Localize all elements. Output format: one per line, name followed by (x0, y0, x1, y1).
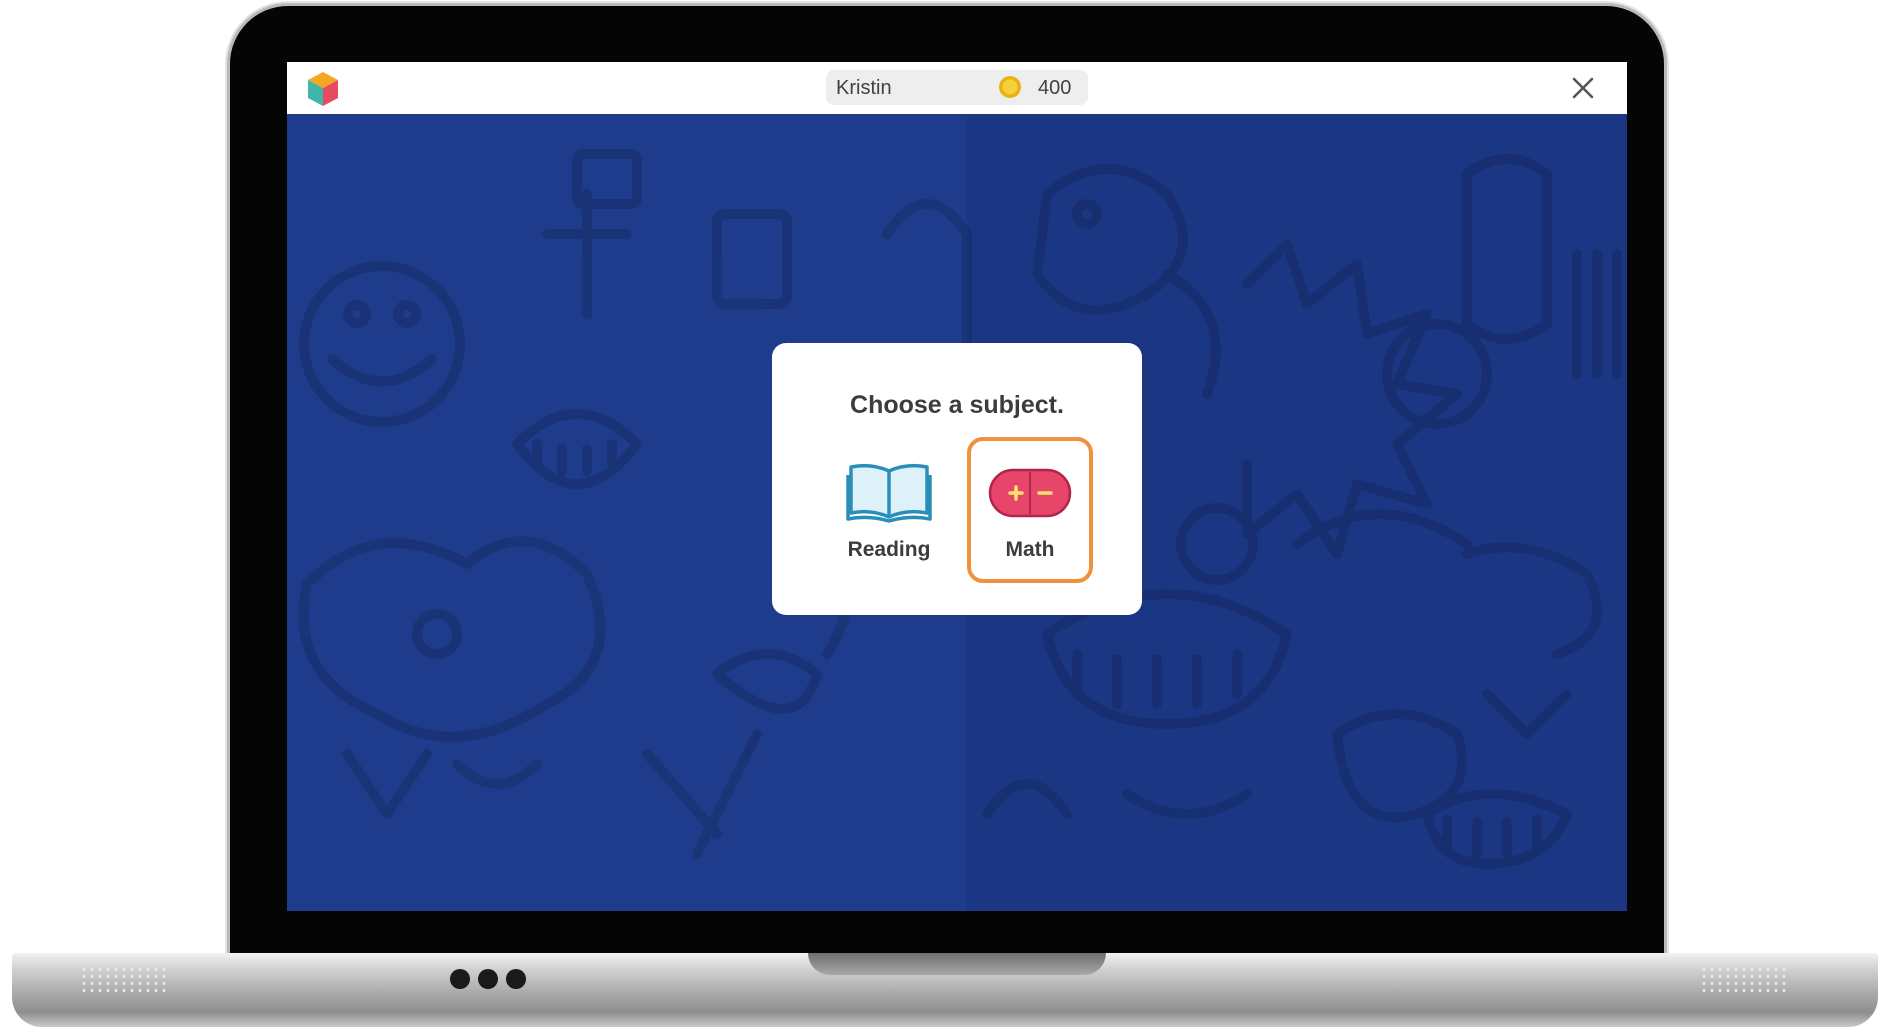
open-book-icon (846, 463, 932, 523)
speaker-grille-left (80, 966, 166, 994)
user-coin-pill: Kristin 400 (826, 70, 1088, 105)
subject-label: Math (1005, 538, 1055, 561)
subject-math-button[interactable]: Math (967, 437, 1093, 583)
dialog-title: Choose a subject. (850, 391, 1064, 419)
choose-subject-dialog: Choose a subject. Reading Math (772, 343, 1142, 615)
app-screen: Kristin 400 Choose a subject. Reading Ma… (287, 62, 1627, 911)
indicator-dot (506, 969, 526, 989)
app-top-bar: Kristin 400 (287, 62, 1627, 114)
laptop-indicator-dots (450, 969, 526, 989)
close-icon[interactable] (1569, 74, 1597, 102)
speaker-grille-right (1700, 966, 1786, 994)
subject-label: Reading (847, 538, 931, 561)
indicator-dot (478, 969, 498, 989)
laptop-base-notch (808, 953, 1106, 975)
coin-count: 400 (1038, 77, 1072, 99)
plus-minus-icon (988, 468, 1072, 518)
indicator-dot (450, 969, 470, 989)
subject-reading-button[interactable]: Reading (826, 437, 952, 583)
gold-coin-icon (999, 76, 1021, 98)
user-name: Kristin (836, 77, 892, 99)
colored-cube-icon (308, 72, 338, 106)
